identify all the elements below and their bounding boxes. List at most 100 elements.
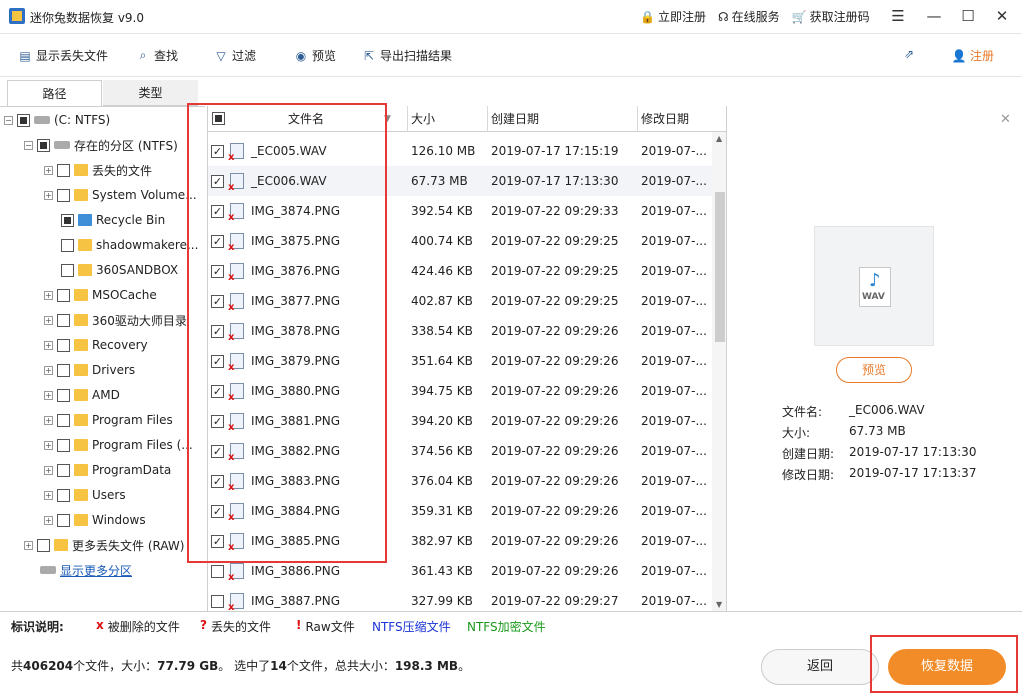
tree-item-360sandbox[interactable]: 360SANDBOX: [61, 259, 178, 281]
row-checkbox[interactable]: [211, 385, 224, 398]
expand-icon[interactable]: +: [44, 440, 53, 450]
expand-icon[interactable]: +: [44, 415, 53, 425]
expand-icon[interactable]: +: [44, 365, 53, 375]
menu-icon[interactable]: ☰: [888, 6, 908, 26]
get-code-link[interactable]: 🛒 获取注册码: [792, 8, 870, 25]
tree-checkbox[interactable]: [17, 113, 30, 127]
row-checkbox[interactable]: [211, 145, 224, 158]
tree-checkbox[interactable]: [37, 138, 50, 152]
tree-item-program-files-x86[interactable]: + Program Files (...: [44, 434, 193, 456]
expand-icon[interactable]: +: [44, 315, 53, 325]
back-button[interactable]: 返回: [761, 649, 879, 685]
table-row[interactable]: IMG_3886.PNG 361.43 KB 2019-07-22 09:29:…: [208, 556, 712, 586]
scroll-down-icon[interactable]: ▼: [716, 600, 722, 609]
select-all-checkbox[interactable]: [212, 112, 225, 125]
preview-button[interactable]: 预览: [836, 357, 912, 383]
table-row-selected[interactable]: _EC006.WAV 67.73 MB 2019-07-17 17:13:30 …: [208, 166, 712, 196]
table-row[interactable]: IMG_3881.PNG 394.20 KB 2019-07-22 09:29:…: [208, 406, 712, 436]
tree-checkbox[interactable]: [57, 163, 70, 177]
close-preview-icon[interactable]: ✕: [1000, 112, 1011, 127]
tree-item-lost-files[interactable]: + 丢失的文件: [44, 159, 152, 181]
table-row[interactable]: IMG_3874.PNG 392.54 KB 2019-07-22 09:29:…: [208, 196, 712, 226]
tree-item-msocache[interactable]: + MSOCache: [44, 284, 157, 306]
expand-icon[interactable]: +: [24, 540, 33, 550]
row-checkbox[interactable]: [211, 265, 224, 278]
table-row[interactable]: IMG_3880.PNG 394.75 KB 2019-07-22 09:29:…: [208, 376, 712, 406]
table-row[interactable]: IMG_3875.PNG 400.74 KB 2019-07-22 09:29:…: [208, 226, 712, 256]
expand-icon[interactable]: +: [44, 465, 53, 475]
column-name[interactable]: 文件名 ▼: [208, 106, 408, 132]
expand-icon[interactable]: +: [44, 390, 53, 400]
table-row[interactable]: IMG_3882.PNG 374.56 KB 2019-07-22 09:29:…: [208, 436, 712, 466]
scrollbar-thumb[interactable]: [715, 192, 725, 342]
tree-checkbox[interactable]: [61, 213, 74, 227]
tree-checkbox[interactable]: [57, 188, 70, 202]
tree-checkbox[interactable]: [61, 263, 74, 277]
tree-item-amd[interactable]: + AMD: [44, 384, 120, 406]
table-row[interactable]: IMG_3884.PNG 359.31 KB 2019-07-22 09:29:…: [208, 496, 712, 526]
expand-icon[interactable]: +: [44, 165, 53, 175]
register-button[interactable]: 👤 注册: [952, 47, 994, 64]
tree-checkbox[interactable]: [57, 388, 70, 402]
tree-item-users[interactable]: + Users: [44, 484, 126, 506]
tree-checkbox[interactable]: [57, 413, 70, 427]
row-checkbox[interactable]: [211, 565, 224, 578]
table-row[interactable]: IMG_3877.PNG 402.87 KB 2019-07-22 09:29:…: [208, 286, 712, 316]
expand-icon[interactable]: +: [44, 515, 53, 525]
table-row[interactable]: IMG_3887.PNG 327.99 KB 2019-07-22 09:29:…: [208, 586, 712, 611]
tab-path[interactable]: 路径: [7, 80, 102, 106]
close-icon[interactable]: ✕: [992, 6, 1012, 26]
tree-checkbox[interactable]: [37, 538, 50, 552]
table-row[interactable]: IMG_3876.PNG 424.46 KB 2019-07-22 09:29:…: [208, 256, 712, 286]
tree-item-360-driver[interactable]: + 360驱动大师目录: [44, 309, 187, 331]
expand-icon[interactable]: +: [44, 340, 53, 350]
tab-type[interactable]: 类型: [103, 80, 198, 106]
tree-checkbox[interactable]: [57, 363, 70, 377]
minimize-icon[interactable]: —: [924, 6, 944, 26]
column-size[interactable]: 大小: [408, 106, 488, 132]
scroll-up-icon[interactable]: ▲: [716, 134, 722, 143]
tree-item-shadowmaker[interactable]: shadowmakere...: [61, 234, 198, 256]
row-checkbox[interactable]: [211, 205, 224, 218]
row-checkbox[interactable]: [211, 325, 224, 338]
tree-item-recovery[interactable]: + Recovery: [44, 334, 148, 356]
recover-data-button[interactable]: 恢复数据: [888, 649, 1006, 685]
tree-checkbox[interactable]: [57, 288, 70, 302]
expand-icon[interactable]: +: [44, 290, 53, 300]
tree-item-windows[interactable]: + Windows: [44, 509, 146, 531]
expand-icon[interactable]: +: [44, 190, 53, 200]
tree-checkbox[interactable]: [61, 238, 74, 252]
filter-button[interactable]: ▽ 过滤: [214, 47, 256, 64]
tree-item-recycle-bin[interactable]: Recycle Bin: [61, 209, 165, 231]
tree-item-programdata[interactable]: + ProgramData: [44, 459, 171, 481]
vertical-scrollbar[interactable]: ▲ ▼: [712, 132, 726, 611]
column-modified[interactable]: 修改日期: [638, 106, 712, 132]
row-checkbox[interactable]: [211, 445, 224, 458]
collapse-icon[interactable]: −: [24, 140, 33, 150]
row-checkbox[interactable]: [211, 175, 224, 188]
table-row[interactable]: _EC005.WAV 126.10 MB 2019-07-17 17:15:19…: [208, 136, 712, 166]
tree-item-system-volume[interactable]: + System Volume...: [44, 184, 197, 206]
share-button[interactable]: ⇗: [902, 47, 916, 61]
tree-checkbox[interactable]: [57, 513, 70, 527]
tree-root[interactable]: − (C: NTFS): [4, 109, 110, 131]
tree-checkbox[interactable]: [57, 488, 70, 502]
collapse-icon[interactable]: −: [4, 115, 13, 125]
row-checkbox[interactable]: [211, 595, 224, 608]
tree-item-raw[interactable]: + 更多丢失文件 (RAW): [24, 534, 184, 556]
maximize-icon[interactable]: ☐: [958, 6, 978, 26]
show-lost-files-button[interactable]: ▤ 显示丢失文件: [18, 47, 108, 64]
tree-checkbox[interactable]: [57, 313, 70, 327]
export-results-button[interactable]: ⇱ 导出扫描结果: [362, 47, 452, 64]
tree-checkbox[interactable]: [57, 338, 70, 352]
table-row[interactable]: IMG_3878.PNG 338.54 KB 2019-07-22 09:29:…: [208, 316, 712, 346]
row-checkbox[interactable]: [211, 535, 224, 548]
tree-item-drivers[interactable]: + Drivers: [44, 359, 135, 381]
row-checkbox[interactable]: [211, 355, 224, 368]
tree-checkbox[interactable]: [57, 463, 70, 477]
expand-icon[interactable]: +: [44, 490, 53, 500]
row-checkbox[interactable]: [211, 235, 224, 248]
table-row[interactable]: IMG_3879.PNG 351.64 KB 2019-07-22 09:29:…: [208, 346, 712, 376]
tree-partition[interactable]: − 存在的分区 (NTFS): [24, 134, 178, 156]
row-checkbox[interactable]: [211, 415, 224, 428]
